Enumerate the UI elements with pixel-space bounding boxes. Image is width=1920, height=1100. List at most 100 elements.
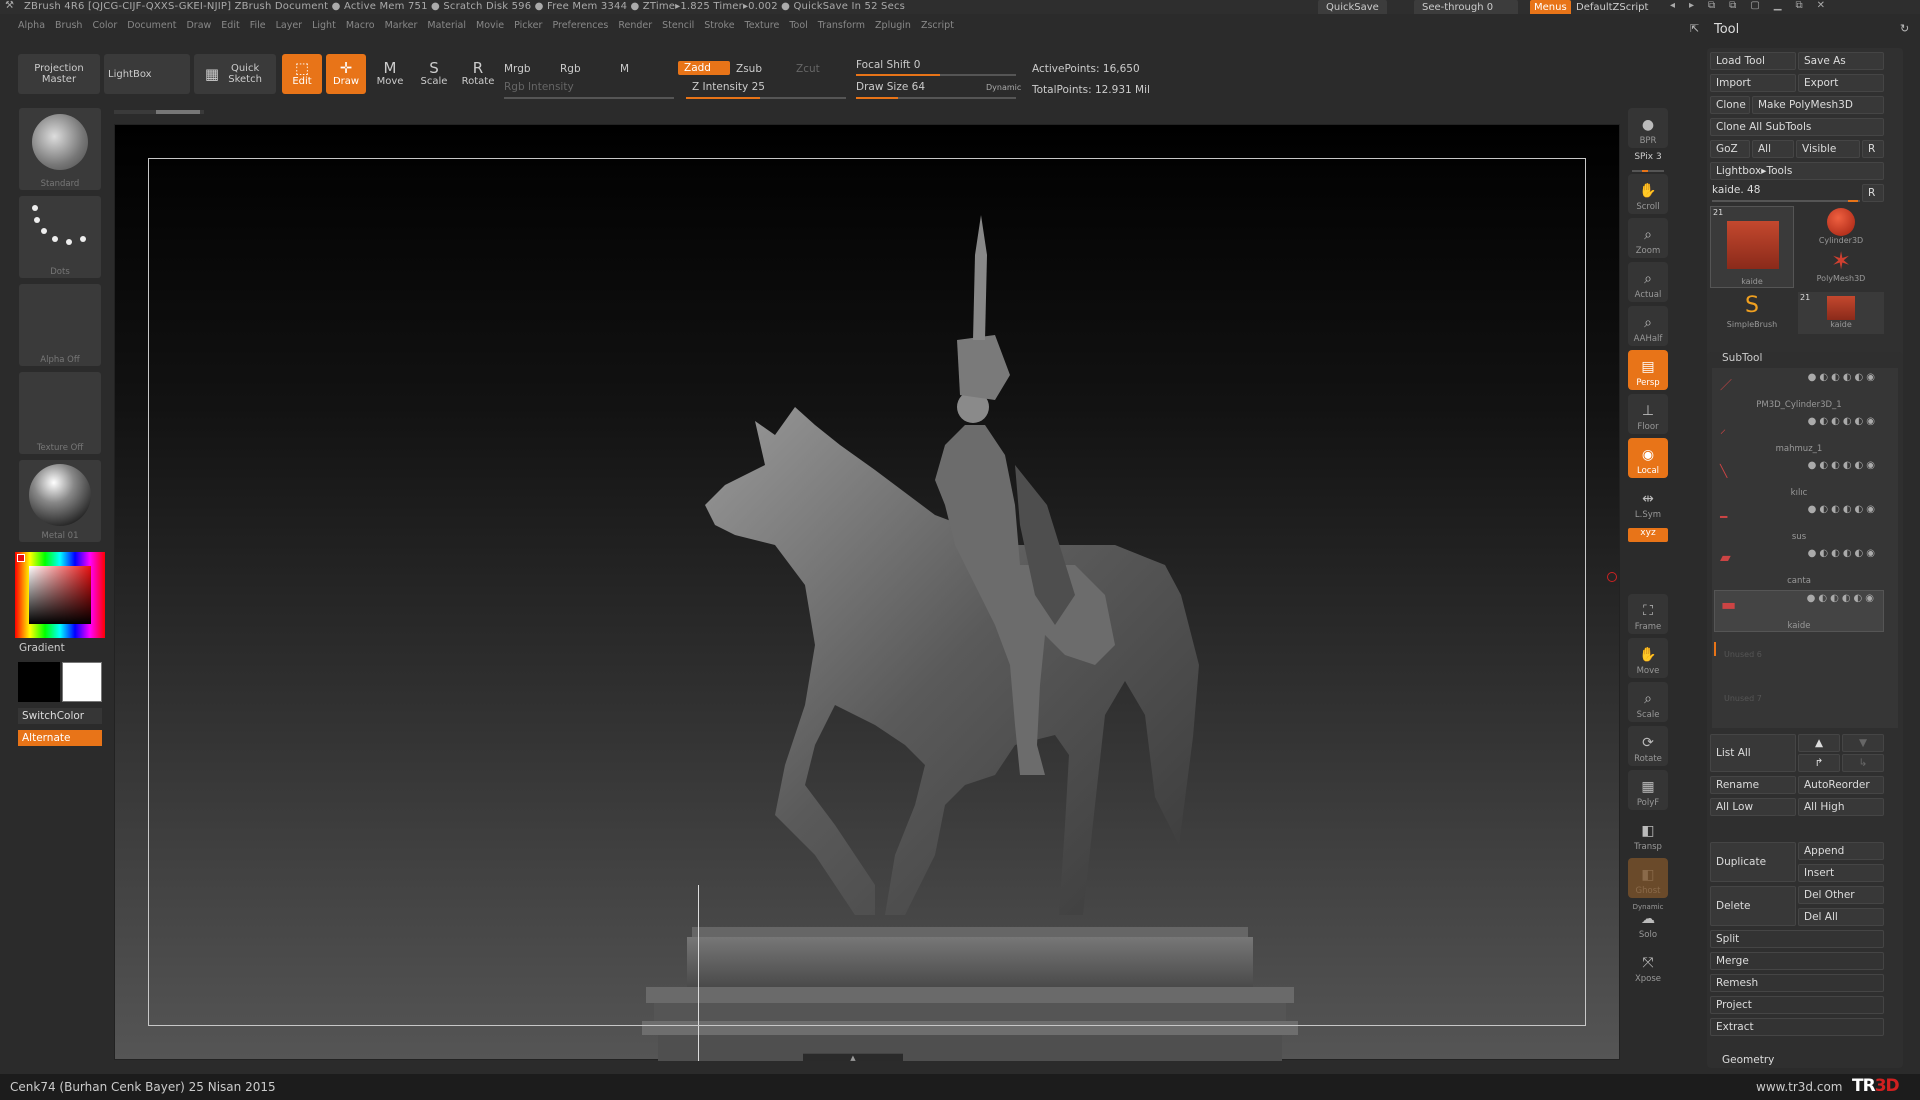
palette-dock-icon[interactable]: ⇱: [1690, 22, 1699, 35]
lightbox-button[interactable]: LightBox: [104, 54, 190, 94]
menu-transform[interactable]: Transform: [818, 20, 865, 31]
menu-file[interactable]: File: [250, 20, 266, 31]
menu-marker[interactable]: Marker: [385, 20, 418, 31]
menus-toggle[interactable]: Menus: [1530, 0, 1571, 14]
viewport-move-button[interactable]: ✋ Move: [1628, 638, 1668, 678]
subtool-item[interactable]: ／ ●◐◐◐◐◉ PM3D_Cylinder3D_1: [1714, 370, 1884, 412]
unused-slot[interactable]: Unused 7: [1724, 694, 1762, 703]
current-tool-slider[interactable]: kaide. 48: [1712, 184, 1760, 196]
menu-edit[interactable]: Edit: [221, 20, 239, 31]
default-zscript-button[interactable]: DefaultZScript: [1568, 0, 1656, 14]
move-button[interactable]: M Move: [370, 54, 410, 94]
focal-shift-slider[interactable]: Focal Shift 0: [856, 59, 920, 71]
subtool-visibility-icon[interactable]: ●◐◐◐◐◉: [1808, 372, 1878, 383]
menu-layer[interactable]: Layer: [276, 20, 303, 31]
menu-preferences[interactable]: Preferences: [552, 20, 608, 31]
texture-thumbnail[interactable]: Texture Off: [19, 372, 101, 454]
subtool-item[interactable]: ⸝ ●◐◐◐◐◉ mahmuz_1: [1714, 414, 1884, 456]
menu-stroke[interactable]: Stroke: [704, 20, 734, 31]
tool-thumb-polymesh[interactable]: ✶ PolyMesh3D: [1798, 248, 1884, 288]
menu-macro[interactable]: Macro: [346, 20, 375, 31]
menu-material[interactable]: Material: [427, 20, 466, 31]
subtool-item[interactable]: ╲ ●◐◐◐◐◉ kılıc: [1714, 458, 1884, 500]
insert-button[interactable]: Insert: [1798, 864, 1884, 882]
gradient-label[interactable]: Gradient: [19, 642, 65, 654]
goz-visible-button[interactable]: Visible: [1796, 140, 1860, 158]
spix-slider[interactable]: SPix 3: [1628, 152, 1668, 172]
extract-menu[interactable]: Extract: [1710, 1018, 1884, 1036]
menu-light[interactable]: Light: [312, 20, 336, 31]
alternate-button[interactable]: Alternate: [18, 730, 102, 746]
polyf-button[interactable]: ▦ PolyF: [1628, 770, 1668, 810]
subtool-visibility-icon[interactable]: ●◐◐◐◐◉: [1807, 593, 1877, 604]
subtool-visibility-icon[interactable]: ●◐◐◐◐◉: [1808, 504, 1878, 515]
all-high-button[interactable]: All High: [1798, 798, 1884, 816]
menu-stencil[interactable]: Stencil: [662, 20, 694, 31]
viewport-scrollbar-track[interactable]: [114, 110, 204, 114]
color-picker[interactable]: [15, 552, 105, 638]
viewport-rotate-button[interactable]: ⟳ Rotate: [1628, 726, 1668, 766]
project-menu[interactable]: Project: [1710, 996, 1884, 1014]
switch-color-button[interactable]: SwitchColor: [18, 708, 102, 724]
draw-button[interactable]: ✛ Draw: [326, 54, 366, 94]
export-button[interactable]: Export: [1798, 74, 1884, 92]
subtool-visibility-icon[interactable]: ●◐◐◐◐◉: [1808, 548, 1878, 559]
alpha-thumbnail[interactable]: Alpha Off: [19, 284, 101, 366]
edit-button[interactable]: ⬚ Edit: [282, 54, 322, 94]
geometry-header[interactable]: Geometry: [1722, 1054, 1774, 1066]
rename-button[interactable]: Rename: [1710, 776, 1796, 794]
local-button[interactable]: ◉ Local: [1628, 438, 1668, 478]
palette-reset-icon[interactable]: ↻: [1900, 22, 1909, 35]
goz-button[interactable]: GoZ: [1710, 140, 1750, 158]
secondary-color-swatch[interactable]: [18, 662, 60, 702]
subtool-item[interactable]: ▰ ●◐◐◐◐◉ canta: [1714, 546, 1884, 588]
remesh-menu[interactable]: Remesh: [1710, 974, 1884, 992]
goz-all-button[interactable]: All: [1752, 140, 1794, 158]
all-low-button[interactable]: All Low: [1710, 798, 1796, 816]
merge-menu[interactable]: Merge: [1710, 952, 1884, 970]
material-thumbnail[interactable]: Metal 01: [19, 460, 101, 542]
scroll-button[interactable]: ✋ Scroll: [1628, 174, 1668, 214]
stroke-thumbnail[interactable]: Dots: [19, 196, 101, 278]
color-square[interactable]: [29, 566, 91, 624]
menu-brush[interactable]: Brush: [55, 20, 82, 31]
projection-master-button[interactable]: Projection Master: [18, 54, 100, 94]
m-button[interactable]: M: [620, 63, 629, 75]
subtool-visibility-icon[interactable]: ●◐◐◐◐◉: [1808, 416, 1878, 427]
unused-slot[interactable]: Unused 6: [1724, 650, 1762, 659]
rotate-button[interactable]: R Rotate: [458, 54, 498, 94]
subtool-visibility-icon[interactable]: ●◐◐◐◐◉: [1808, 460, 1878, 471]
menu-zplugin[interactable]: Zplugin: [875, 20, 911, 31]
window-controls-icon[interactable]: ◂▸⧉⧉▢▁⧉✕: [1670, 0, 1839, 11]
tool-header[interactable]: Tool: [1714, 22, 1739, 37]
primary-color-swatch[interactable]: [62, 662, 102, 702]
load-tool-button[interactable]: Load Tool: [1710, 52, 1796, 70]
subtool-scrollbar[interactable]: [1714, 642, 1716, 656]
menu-tool[interactable]: Tool: [789, 20, 807, 31]
make-polymesh-button[interactable]: Make PolyMesh3D: [1752, 96, 1884, 114]
tool-thumb-kaide-2[interactable]: 21 kaide: [1798, 292, 1884, 334]
menu-picker[interactable]: Picker: [514, 20, 542, 31]
menu-movie[interactable]: Movie: [476, 20, 504, 31]
see-through-slider[interactable]: See-through 0: [1414, 0, 1518, 14]
subtool-item-selected[interactable]: ▬ ●◐◐◐◐◉ kaide: [1714, 590, 1884, 632]
bpr-button[interactable]: ● BPR: [1628, 108, 1668, 148]
subtool-item[interactable]: ━ ●◐◐◐◐◉ sus: [1714, 502, 1884, 544]
solo-button[interactable]: Dynamic ☁ Solo: [1628, 902, 1668, 942]
append-button[interactable]: Append: [1798, 842, 1884, 860]
clone-button[interactable]: Clone: [1710, 96, 1750, 114]
del-other-button[interactable]: Del Other: [1798, 886, 1884, 904]
del-all-button[interactable]: Del All: [1798, 908, 1884, 926]
tool-thumb-cylinder[interactable]: Cylinder3D: [1798, 206, 1884, 246]
transp-button[interactable]: ◧ Transp: [1628, 814, 1668, 854]
menu-texture[interactable]: Texture: [745, 20, 780, 31]
subtool-header[interactable]: SubTool: [1722, 352, 1762, 364]
clone-all-subtools-button[interactable]: Clone All SubTools: [1710, 118, 1884, 136]
quick-sketch-button[interactable]: ▦ Quick Sketch: [194, 54, 276, 94]
auto-reorder-button[interactable]: AutoReorder: [1798, 776, 1884, 794]
viewport-scrollbar-thumb[interactable]: [156, 110, 200, 114]
delete-button[interactable]: Delete: [1710, 886, 1796, 926]
rgb-intensity-slider[interactable]: Rgb Intensity: [504, 81, 574, 93]
zoom-button[interactable]: ⌕ Zoom: [1628, 218, 1668, 258]
import-button[interactable]: Import: [1710, 74, 1796, 92]
